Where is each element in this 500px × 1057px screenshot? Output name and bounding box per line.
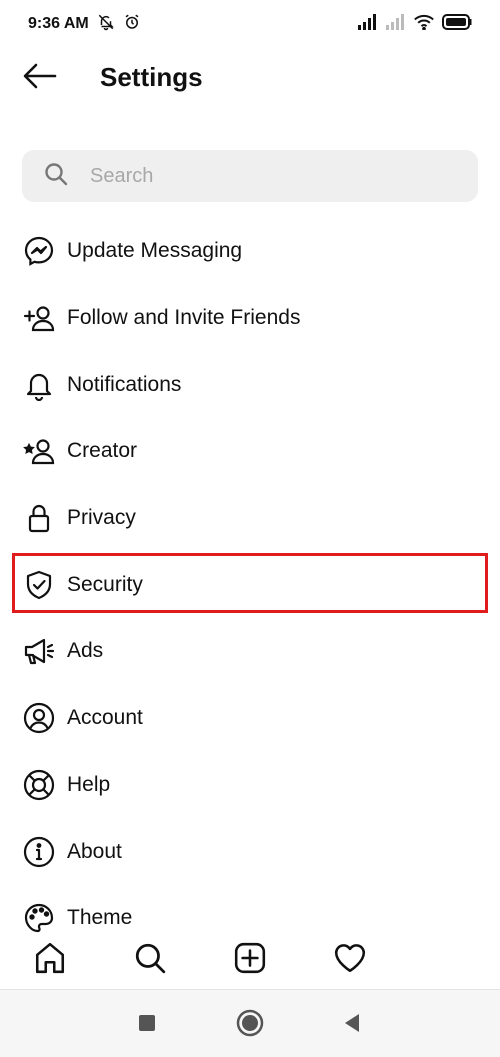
menu-item-account[interactable]: Account xyxy=(0,685,500,752)
recents-button[interactable] xyxy=(132,1010,162,1040)
menu-item-label: Privacy xyxy=(67,506,136,530)
search-bar[interactable] xyxy=(22,150,478,202)
wifi-icon xyxy=(414,14,434,35)
home-circle-icon xyxy=(236,1009,264,1042)
menu-item-label: Update Messaging xyxy=(67,239,243,263)
signal-icon xyxy=(358,13,378,35)
app-header: Settings xyxy=(0,48,500,106)
android-nav-bar xyxy=(0,989,500,1057)
back-nav-button[interactable] xyxy=(337,1010,367,1040)
palette-icon xyxy=(22,901,56,935)
back-button[interactable] xyxy=(20,60,60,96)
menu-item-notifications[interactable]: Notifications xyxy=(0,351,500,418)
menu-item-label: Security xyxy=(67,572,143,596)
back-triangle-icon xyxy=(343,1013,361,1038)
new-post-icon xyxy=(233,941,267,980)
menu-item-creator[interactable]: Creator xyxy=(0,418,500,485)
lifebuoy-icon xyxy=(22,768,56,802)
bell-icon xyxy=(22,368,56,402)
recents-icon xyxy=(138,1014,156,1037)
menu-item-label: Ads xyxy=(67,639,104,663)
add-person-icon xyxy=(22,301,56,335)
home-icon xyxy=(33,941,67,980)
shield-check-icon xyxy=(22,568,56,602)
heart-icon xyxy=(333,941,367,980)
search-input[interactable] xyxy=(88,163,432,189)
tab-activity[interactable] xyxy=(330,940,370,980)
status-bar: 9:36 AM xyxy=(0,0,500,48)
search-icon xyxy=(44,162,68,191)
alarm-icon xyxy=(123,13,141,36)
menu-item-label: Theme xyxy=(67,906,133,930)
tab-new-post[interactable] xyxy=(230,940,270,980)
menu-item-label: Account xyxy=(67,706,143,730)
lock-icon xyxy=(22,501,56,535)
tab-home[interactable] xyxy=(30,940,70,980)
battery-icon xyxy=(442,13,472,35)
menu-item-ads[interactable]: Ads xyxy=(0,618,500,685)
app-tab-bar xyxy=(0,934,500,988)
status-right xyxy=(358,13,472,35)
signal-weak-icon xyxy=(386,13,406,35)
status-left: 9:36 AM xyxy=(28,13,141,36)
info-icon xyxy=(22,835,56,869)
muted-bell-icon xyxy=(97,13,115,36)
creator-icon xyxy=(22,434,56,468)
menu-item-privacy[interactable]: Privacy xyxy=(0,485,500,552)
messenger-icon xyxy=(22,234,56,268)
menu-item-follow-invite[interactable]: Follow and Invite Friends xyxy=(0,285,500,352)
arrow-left-icon xyxy=(23,63,57,94)
menu-item-label: Notifications xyxy=(67,372,182,396)
menu-item-help[interactable]: Help xyxy=(0,752,500,819)
menu-item-label: Help xyxy=(67,772,111,796)
search-icon xyxy=(133,941,167,980)
account-circle-icon xyxy=(22,701,56,735)
home-nav-button[interactable] xyxy=(235,1009,265,1042)
menu-item-label: About xyxy=(67,839,122,863)
menu-item-label: Creator xyxy=(67,439,138,463)
page-title: Settings xyxy=(100,62,203,92)
menu-item-update-messaging[interactable]: Update Messaging xyxy=(0,218,500,285)
settings-menu: Update Messaging Follow and Invite Frien… xyxy=(0,218,500,952)
menu-item-about[interactable]: About xyxy=(0,818,500,885)
menu-item-security[interactable]: Security xyxy=(0,551,500,618)
megaphone-icon xyxy=(22,634,56,668)
menu-item-label: Follow and Invite Friends xyxy=(67,306,301,330)
status-time: 9:36 AM xyxy=(28,15,89,32)
tab-search[interactable] xyxy=(130,940,170,980)
